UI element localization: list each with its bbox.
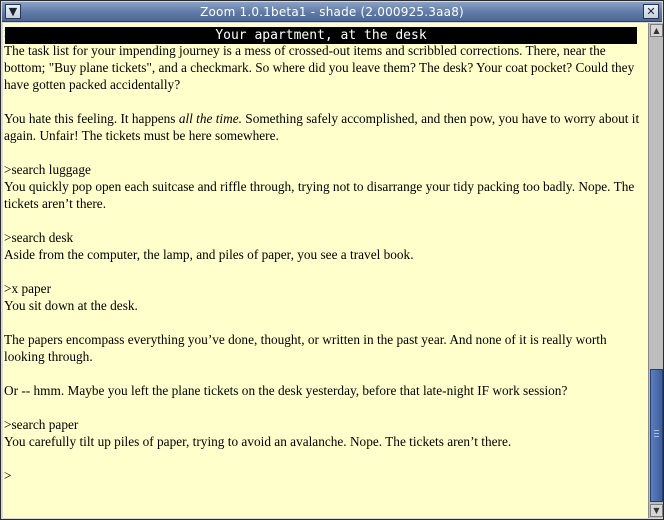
response-text: You sit down at the desk.: [4, 298, 138, 313]
title-bar[interactable]: ▼ Zoom 1.0.1beta1 - shade (2.000925.3aa8…: [2, 2, 662, 22]
command-line: >x paper: [4, 281, 52, 296]
response-text: Or -- hmm. Maybe you left the plane tick…: [4, 383, 568, 398]
chevron-down-icon: ▼: [8, 5, 18, 18]
close-button[interactable]: ✕: [643, 4, 659, 19]
response-text: You hate this feeling. It happens all th…: [4, 110, 640, 144]
window-title: Zoom 1.0.1beta1 - shade (2.000925.3aa8): [200, 5, 464, 19]
command-line: >x list: [4, 26, 38, 41]
response-text: You carefully tilt up piles of paper, tr…: [4, 434, 512, 449]
game-transcript: >x list The task list for your impending…: [4, 25, 640, 484]
response-text: Aside from the computer, the lamp, and p…: [4, 247, 414, 262]
emphasized-text: all the time.: [178, 111, 242, 126]
grip-line: [654, 436, 659, 437]
response-text: You quickly pop open each suitcase and r…: [4, 179, 635, 211]
arrow-up-icon: ▲: [653, 26, 660, 35]
input-prompt[interactable]: >: [4, 467, 640, 484]
command-line: >search paper: [4, 417, 79, 432]
app-window: ▼ Zoom 1.0.1beta1 - shade (2.000925.3aa8…: [0, 0, 664, 520]
scroll-down-button[interactable]: ▼: [650, 504, 663, 517]
scroll-up-button[interactable]: ▲: [650, 24, 663, 37]
grip-line: [654, 430, 659, 431]
command-line: >search desk: [4, 230, 74, 245]
vertical-scrollbar[interactable]: ▲ ▼: [648, 23, 663, 518]
response-text: The papers encompass everything you’ve d…: [4, 332, 607, 364]
close-icon: ✕: [646, 5, 656, 18]
window-menu-button[interactable]: ▼: [5, 4, 21, 19]
scrollbar-thumb[interactable]: [650, 369, 663, 502]
response-text-part: You hate this feeling. It happens: [4, 111, 179, 126]
response-text: The task list for your impending journey…: [4, 43, 635, 92]
command-line: >search luggage: [4, 162, 91, 177]
grip-line: [654, 433, 659, 434]
arrow-down-icon: ▼: [653, 506, 660, 515]
